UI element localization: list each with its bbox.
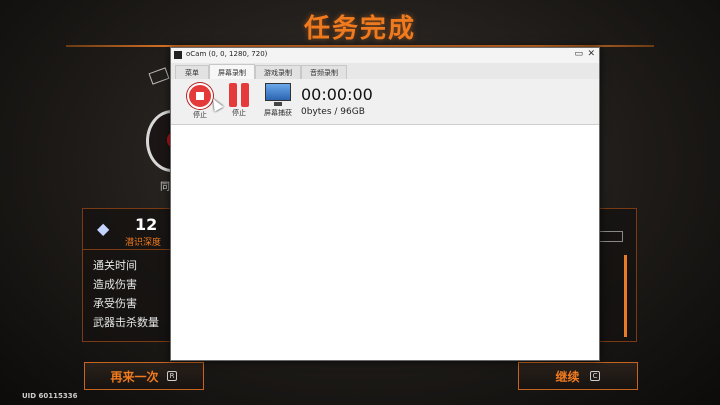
retry-key-hint: R (166, 371, 178, 381)
minimize-icon[interactable]: ▭ (574, 49, 583, 59)
stat-damage-taken: 承受伤害 (93, 297, 137, 310)
ocam-window-title: oCam (0, 0, 1280, 720) (186, 50, 268, 58)
stat-clear-time: 通关时间 (93, 259, 137, 272)
recording-timer: 00:00:00 (301, 85, 373, 104)
tab-screen-recording[interactable]: 屏幕录制 (209, 64, 255, 80)
stats-panel: ◆ 12 潜识深度 通关时间 造成伤害 承受伤害 武器击杀数量 (82, 208, 174, 342)
stat-weapon-kills: 武器击杀数量 (93, 316, 159, 329)
monitor-icon (265, 83, 291, 107)
tab-game-recording[interactable]: 游戏录制 (255, 65, 301, 79)
ocam-window: oCam (0, 0, 1280, 720) ▭ ✕ 菜单 屏幕录制 游戏录制 … (170, 47, 600, 361)
pause-icon (228, 83, 250, 107)
right-panel-scrollbar[interactable] (624, 255, 627, 337)
depth-row: ◆ 12 潜识深度 (83, 209, 173, 250)
retry-button[interactable]: 再来一次 R (84, 362, 204, 390)
tab-audio-recording[interactable]: 音频录制 (301, 65, 347, 79)
page-title: 任务完成 (303, 14, 416, 44)
right-stats-panel (598, 208, 637, 342)
continue-key-hint: C (589, 371, 601, 381)
ocam-tab-bar: 菜单 屏幕录制 游戏录制 音频录制 (171, 63, 599, 80)
ocam-app-icon (174, 51, 182, 59)
depth-label: 潜识深度 (125, 238, 162, 248)
ocam-toolbar: 停止 停止 屏幕捕获 00:00:00 0bytes / 96GB (171, 79, 599, 125)
recording-size: 0bytes / 96GB (301, 107, 365, 117)
stat-damage-dealt: 造成伤害 (93, 278, 137, 291)
retry-label: 再来一次 (110, 369, 159, 384)
pause-button[interactable]: 停止 (224, 83, 254, 118)
avatar-label: 同 (160, 182, 170, 193)
continue-label: 继续 (555, 369, 580, 384)
screen-capture-label: 屏幕捕获 (264, 109, 292, 117)
screen-capture-button[interactable]: 屏幕捕获 (263, 83, 293, 118)
depth-value: 12 (135, 215, 158, 234)
uid-label: UID 60115336 (22, 392, 78, 400)
continue-button[interactable]: 继续 C (518, 362, 638, 390)
stop-label: 停止 (193, 111, 207, 119)
tab-menu[interactable]: 菜单 (175, 65, 209, 79)
crystal-icon: ◆ (97, 219, 110, 238)
close-icon[interactable]: ✕ (587, 49, 595, 59)
ocam-titlebar[interactable]: oCam (0, 0, 1280, 720) ▭ ✕ (171, 48, 599, 63)
right-panel-field (598, 231, 623, 242)
pause-label: 停止 (232, 109, 246, 117)
stop-icon (187, 83, 213, 109)
